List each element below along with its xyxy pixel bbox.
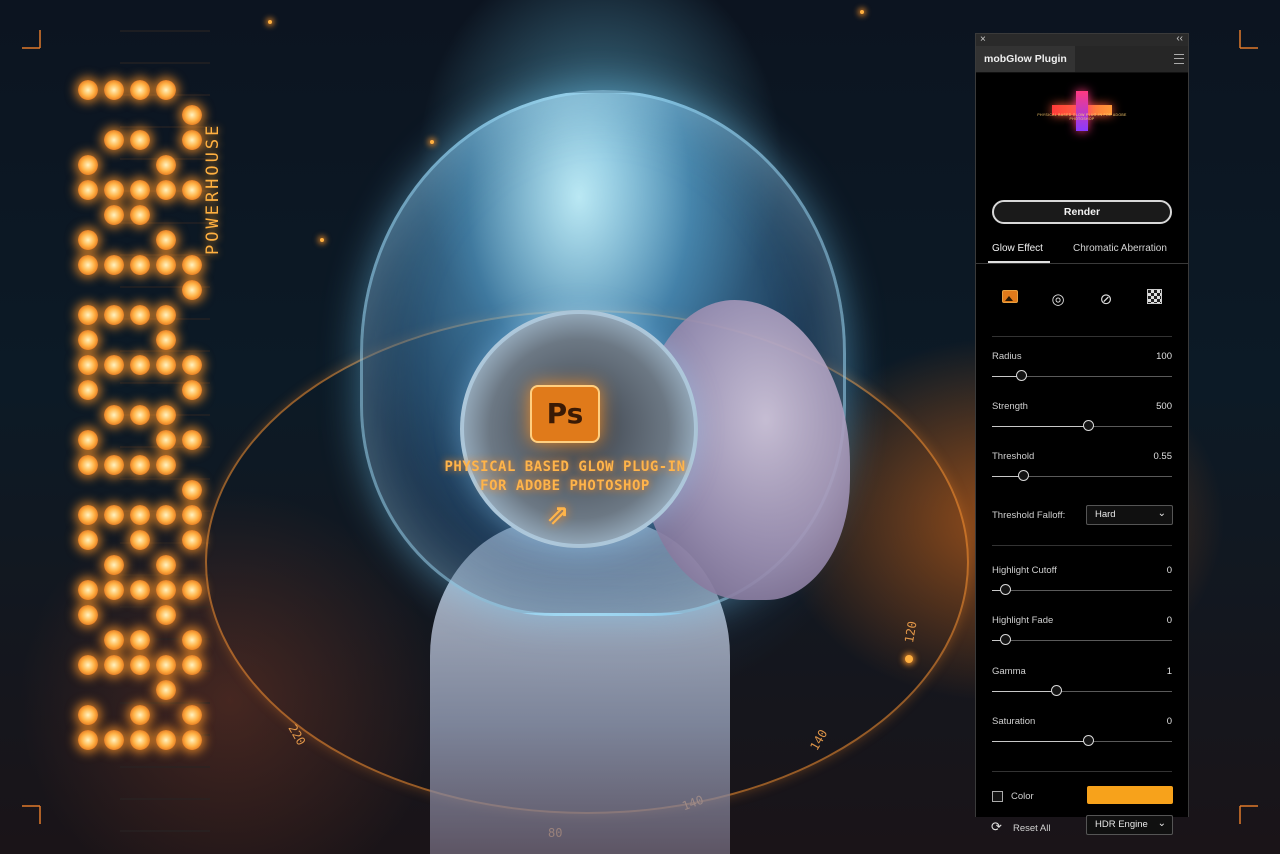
- saturation-value: 0: [1166, 716, 1172, 727]
- strength-label: Strength: [992, 401, 1028, 412]
- reset-all-button[interactable]: Reset All: [1013, 823, 1051, 834]
- eyedropper-circle-icon[interactable]: ◎: [1044, 285, 1072, 313]
- divider: [992, 336, 1172, 337]
- highlight-fade-label: Highlight Fade: [992, 615, 1054, 626]
- logo-bar-vertical: [1076, 91, 1088, 131]
- threshold-slider[interactable]: [992, 470, 1172, 482]
- saturation-label: Saturation: [992, 716, 1036, 727]
- checkerboard-icon[interactable]: [1140, 285, 1168, 313]
- logo-tagline: PHYSICAL BASED GLOW PLUG-IN FOR ADOBE PH…: [1037, 113, 1127, 121]
- chevron-down-icon: ⌄: [1157, 818, 1166, 829]
- image-icon[interactable]: [996, 285, 1024, 313]
- slider-thumb[interactable]: [1051, 685, 1062, 696]
- engine-select[interactable]: HDR Engine ⌄: [1086, 815, 1173, 835]
- panel-title-tab[interactable]: mobGlow Plugin: [976, 46, 1075, 72]
- chevron-down-icon: ⌄: [1157, 508, 1166, 519]
- highlight-cutoff-slider[interactable]: [992, 584, 1172, 596]
- panel-body: PHYSICAL BASED GLOW PLUG-IN FOR ADOBE PH…: [976, 73, 1188, 835]
- strength-value: 500: [1156, 401, 1172, 412]
- strength-slider[interactable]: [992, 420, 1172, 432]
- slider-thumb[interactable]: [1018, 470, 1029, 481]
- slider-thumb[interactable]: [1016, 370, 1027, 381]
- threshold-falloff-value: Hard: [1095, 509, 1116, 520]
- gamma-slider[interactable]: [992, 685, 1172, 697]
- slider-thumb[interactable]: [1000, 584, 1011, 595]
- gamma-label: Gamma: [992, 666, 1026, 677]
- active-tab-indicator: [988, 261, 1050, 263]
- reset-icon[interactable]: ⟳: [991, 819, 1002, 835]
- panel-tabs: Glow Effect Chromatic Aberration: [976, 241, 1188, 264]
- highlight-cutoff-value: 0: [1166, 565, 1172, 576]
- slider-thumb[interactable]: [1000, 634, 1011, 645]
- saturation-slider[interactable]: [992, 735, 1172, 747]
- tab-chromatic-aberration[interactable]: Chromatic Aberration: [1073, 241, 1167, 263]
- slider-thumb[interactable]: [1083, 735, 1094, 746]
- color-label: Color: [1011, 791, 1034, 802]
- mobglow-plugin-panel: × ‹‹ mobGlow Plugin PHYSICAL BASED GLOW …: [975, 33, 1189, 835]
- slider-thumb[interactable]: [1083, 420, 1094, 431]
- gamma-value: 1: [1166, 666, 1172, 677]
- threshold-label: Threshold: [992, 451, 1035, 462]
- mode-icon-row: ◎ ⊘: [976, 285, 1188, 313]
- threshold-value: 0.55: [1153, 451, 1173, 462]
- panel-header: mobGlow Plugin: [976, 46, 1188, 73]
- highlight-cutoff-label: Highlight Cutoff: [992, 565, 1057, 576]
- render-button[interactable]: Render: [992, 200, 1172, 224]
- plugin-logo: PHYSICAL BASED GLOW PLUG-IN FOR ADOBE PH…: [1034, 87, 1130, 137]
- radius-value: 100: [1156, 351, 1172, 362]
- engine-value: HDR Engine: [1095, 819, 1148, 830]
- close-icon[interactable]: ×: [980, 34, 986, 45]
- tab-glow-effect[interactable]: Glow Effect: [992, 241, 1043, 263]
- threshold-falloff-label: Threshold Falloff:: [992, 510, 1066, 521]
- highlight-fade-slider[interactable]: [992, 634, 1172, 646]
- divider: [992, 545, 1172, 546]
- collapse-icon[interactable]: ‹‹: [1176, 33, 1183, 44]
- threshold-falloff-select[interactable]: Hard ⌄: [1086, 505, 1173, 525]
- highlight-fade-value: 0: [1166, 615, 1172, 626]
- divider: [992, 771, 1172, 772]
- menu-icon[interactable]: [1174, 54, 1184, 64]
- brush-circle-icon[interactable]: ⊘: [1092, 285, 1120, 313]
- radius-label: Radius: [992, 351, 1022, 362]
- radius-slider[interactable]: [992, 370, 1172, 382]
- panel-titlebar: × ‹‹: [976, 33, 1188, 46]
- color-swatch[interactable]: [1087, 786, 1173, 804]
- color-checkbox[interactable]: [992, 791, 1003, 802]
